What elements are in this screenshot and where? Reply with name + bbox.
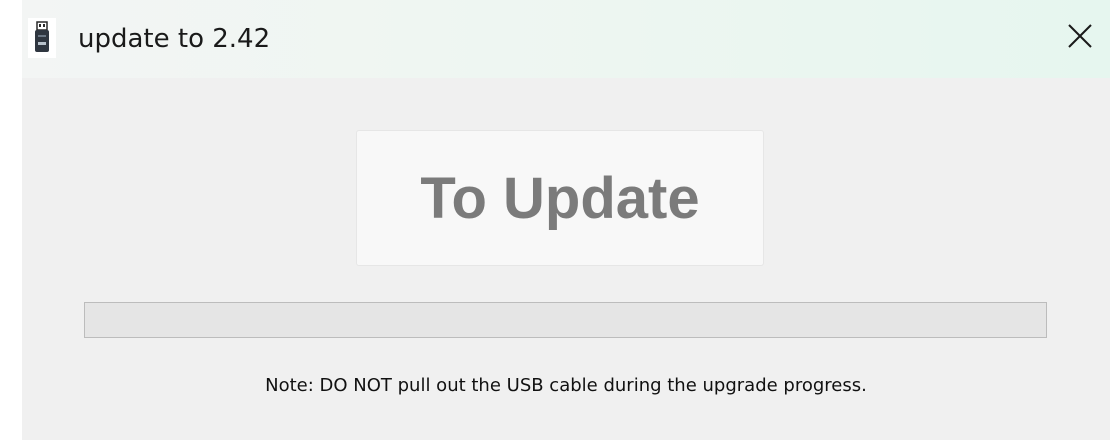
window-title: update to 2.42	[78, 24, 271, 54]
to-update-button[interactable]: To Update	[356, 130, 764, 266]
title-bar: update to 2.42	[22, 0, 1110, 78]
usb-warning-note: Note: DO NOT pull out the USB cable duri…	[265, 375, 867, 396]
update-window: update to 2.42 To Update Note: DO NOT pu…	[22, 0, 1110, 440]
usb-drive-icon	[28, 18, 56, 58]
page: update to 2.42 To Update Note: DO NOT pu…	[0, 0, 1110, 440]
close-icon	[1067, 23, 1093, 54]
upgrade-progress-bar	[84, 302, 1047, 338]
close-button[interactable]	[1058, 16, 1102, 60]
